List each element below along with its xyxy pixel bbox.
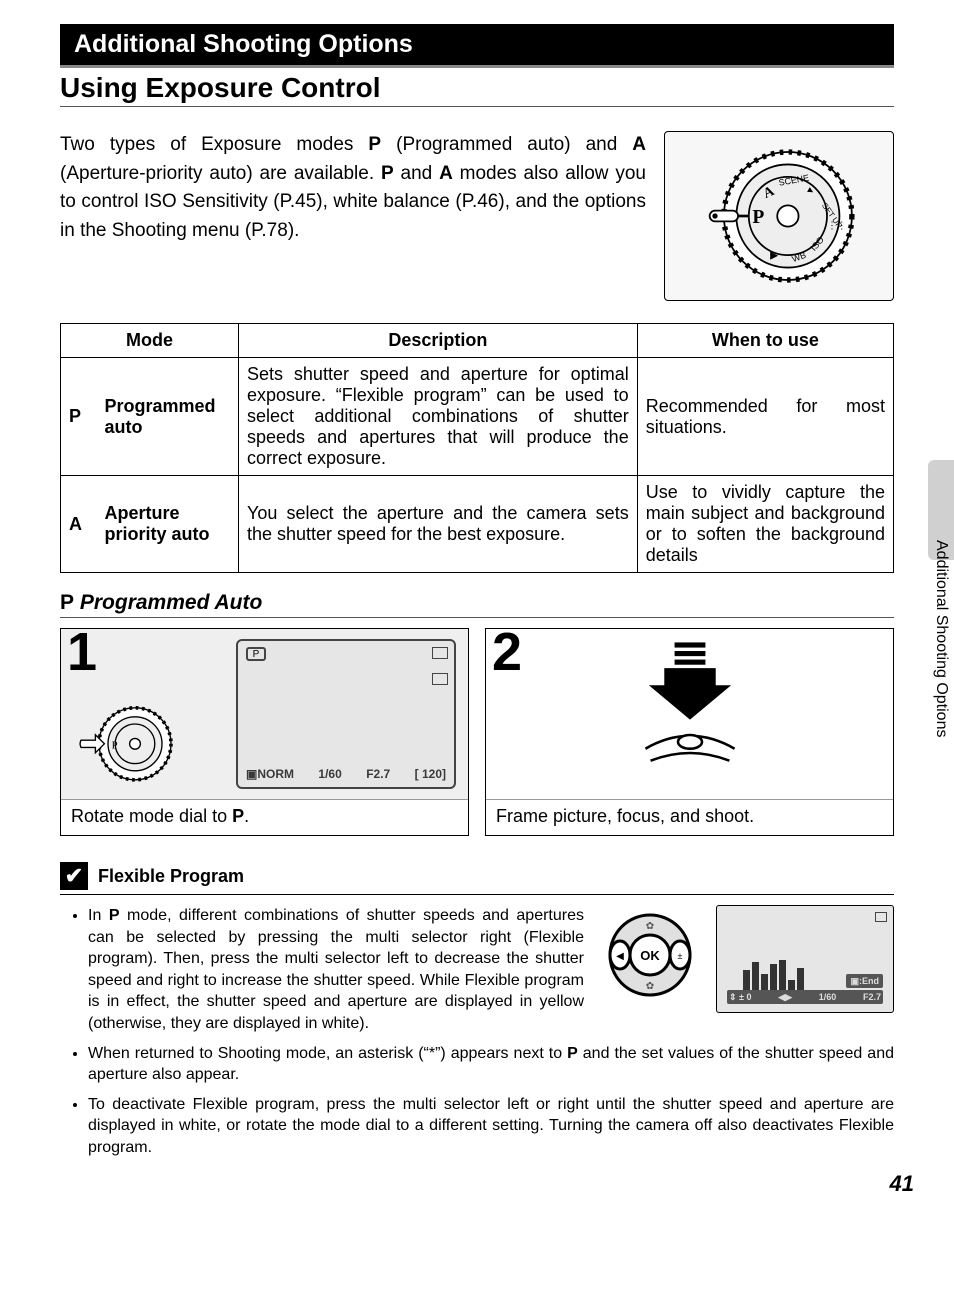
lcd-fnum: F2.7: [366, 767, 390, 781]
multi-selector-icon: OK ◀ ± ✿ ✿: [600, 905, 700, 1005]
th-mode: Mode: [61, 324, 239, 358]
rec-icon: ▣NORM: [246, 767, 294, 781]
mini-lcd-arrows: ◀▶: [778, 991, 792, 1003]
mini-lcd-zero: ⇕ ± 0: [729, 991, 752, 1003]
intro-paragraph: Two types of Exposure modes P (Programme…: [60, 131, 646, 301]
lcd-shots: [ 120]: [415, 767, 446, 781]
step-number: 2: [492, 621, 522, 683]
mode-name: Programmed auto: [97, 358, 239, 476]
svg-text:OK: OK: [640, 948, 660, 963]
mode-when: Use to vividly capture the main subject …: [637, 476, 893, 573]
svg-text:✿: ✿: [646, 921, 654, 932]
mini-lcd-end: ▣:End: [846, 974, 883, 988]
table-row: A Aperture priority auto You select the …: [61, 476, 894, 573]
mode-desc: You select the aperture and the camera s…: [238, 476, 637, 573]
exposure-modes-table: Mode Description When to use P Programme…: [60, 323, 894, 573]
mini-lcd-shutter: 1/60: [819, 991, 837, 1003]
svg-text:P: P: [752, 207, 764, 228]
mode-name: Aperture priority auto: [97, 476, 239, 573]
list-item: To deactivate Flexible program, press th…: [88, 1094, 894, 1159]
note-list: In P mode, different combinations of shu…: [88, 905, 894, 1159]
step-2: 2 Frame picture, focus, and shoot.: [485, 628, 894, 836]
camera-lcd-illustration: P ▣NORM 1/60 F2.7 [ 120]: [236, 639, 456, 789]
subheading-text: Programmed Auto: [80, 591, 262, 614]
mini-lcd-fnum: F2.7: [863, 991, 881, 1003]
vr-icon: [432, 673, 448, 685]
th-desc: Description: [238, 324, 637, 358]
svg-text:±: ±: [678, 951, 683, 961]
step-1: 1 P ▣NORM 1/60 F2.7 [ 120]: [60, 628, 469, 836]
check-icon: ✔: [60, 862, 88, 890]
subheading-symbol: P: [60, 591, 74, 614]
a-glyph: A: [632, 134, 646, 155]
table-row: P Programmed auto Sets shutter speed and…: [61, 358, 894, 476]
mini-dial-icon: P: [71, 697, 181, 787]
mode-symbol: P: [61, 358, 97, 476]
th-when: When to use: [637, 324, 893, 358]
date-icon: [875, 912, 887, 922]
step-caption: Frame picture, focus, and shoot.: [486, 799, 893, 835]
section-title-bar: Additional Shooting Options: [60, 24, 894, 68]
p-glyph: P: [368, 134, 381, 155]
p-glyph2: P: [381, 163, 394, 184]
manual-page: Additional Shooting Options Using Exposu…: [0, 0, 954, 1207]
svg-text:▶: ▶: [770, 250, 779, 262]
subheading: P Programmed Auto: [60, 591, 894, 618]
list-item: In P mode, different combinations of shu…: [88, 905, 894, 1035]
a-glyph2: A: [439, 163, 453, 184]
svg-text:✿: ✿: [646, 981, 654, 992]
mode-desc: Sets shutter speed and aperture for opti…: [238, 358, 637, 476]
date-icon: [432, 647, 448, 659]
mode-dial-illustration: P A SCENE ▶ SET UP ⋮⋮ ISO WB ▶: [664, 131, 894, 301]
note-title: Flexible Program: [98, 866, 244, 887]
page-number: 41: [890, 1171, 914, 1197]
histogram-icon: [743, 960, 804, 994]
note-heading: ✔ Flexible Program: [60, 862, 894, 895]
mode-when: Recommended for most situations.: [637, 358, 893, 476]
lcd-mode-indicator: P: [246, 647, 266, 661]
lcd-shutter: 1/60: [318, 767, 341, 781]
svg-text:⋮⋮: ⋮⋮: [827, 220, 847, 231]
shutter-press-icon: [630, 641, 750, 781]
mini-lcd-illustration: ▣:End ⇕ ± 0 ◀▶ 1/60 F2.7: [716, 905, 894, 1013]
svg-text:◀: ◀: [616, 951, 624, 962]
step-number: 1: [67, 621, 97, 683]
mode-symbol: A: [61, 476, 97, 573]
svg-text:P: P: [112, 739, 118, 751]
page-heading: Using Exposure Control: [60, 72, 894, 107]
step-caption: Rotate mode dial to P.: [61, 799, 468, 835]
list-item: When returned to Shooting mode, an aster…: [88, 1043, 894, 1086]
